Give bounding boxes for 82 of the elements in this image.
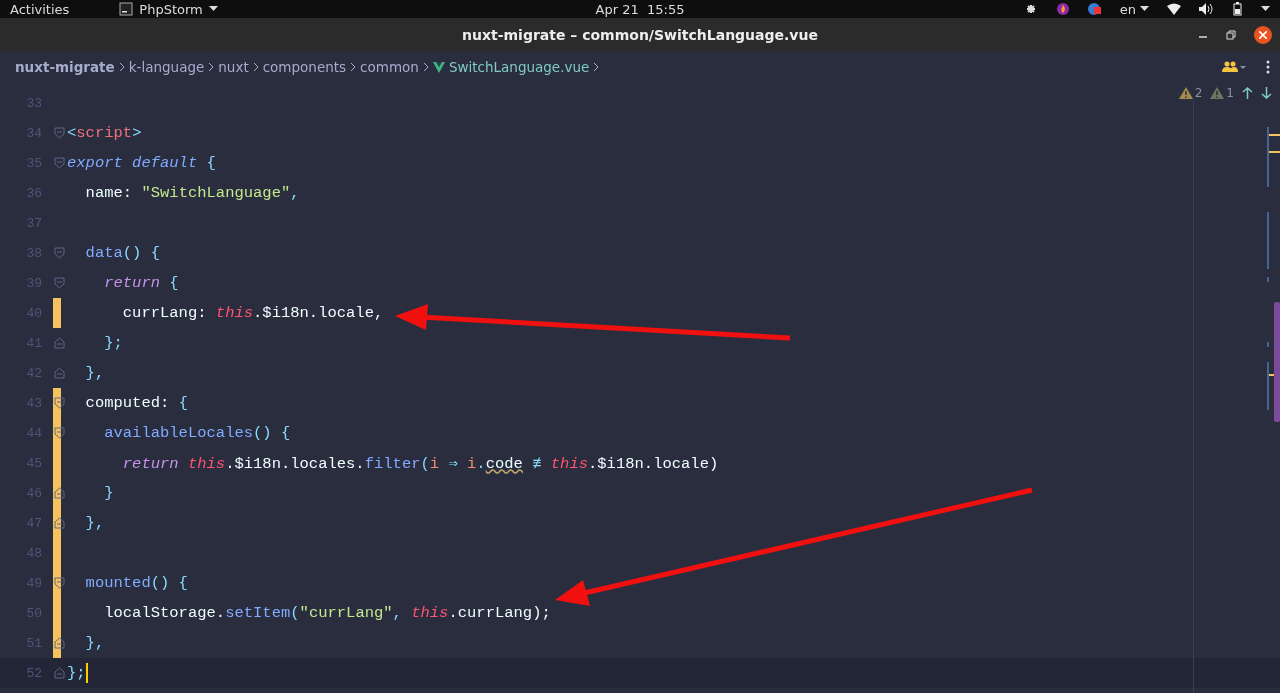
caret-icon [208, 6, 218, 12]
chevron-icon [422, 62, 429, 72]
breadcrumb-item[interactable]: k-language [128, 59, 205, 75]
line-number: 50 [25, 605, 43, 621]
change-marker [53, 298, 61, 328]
line-number: 42 [25, 365, 43, 381]
code-line: mounted() { [84, 574, 188, 592]
fold-icon[interactable] [54, 427, 65, 439]
line-number: 44 [25, 425, 43, 441]
clock[interactable]: Apr 21 15:55 [595, 1, 685, 17]
battery-icon[interactable] [1231, 2, 1243, 16]
code-line: <script> [66, 124, 142, 142]
warning-icon [1178, 87, 1193, 99]
chevron-icon [118, 62, 125, 72]
breadcrumb-item[interactable]: SwitchLanguage.vue [432, 59, 590, 75]
window-title: nuxt-migrate – common/SwitchLanguage.vue [462, 27, 818, 43]
code-line: computed: { [84, 394, 188, 412]
line-number: 47 [25, 515, 43, 531]
caret-icon[interactable] [1261, 6, 1270, 12]
arrow-up-icon[interactable] [1242, 87, 1253, 99]
volume-icon[interactable] [1199, 3, 1213, 15]
close-icon [1259, 31, 1267, 39]
code-line: }, [84, 364, 105, 382]
activities-button[interactable]: Activities [10, 1, 70, 17]
breadcrumb-item[interactable]: nuxt-migrate [15, 59, 115, 75]
vue-file-icon [432, 61, 445, 73]
wifi-icon[interactable] [1167, 3, 1181, 15]
code-line: }, [84, 634, 105, 652]
chevron-icon [252, 62, 259, 72]
code-line: }, [84, 514, 105, 532]
line-number: 35 [25, 155, 43, 171]
app-icon [119, 2, 134, 16]
line-number: 46 [25, 485, 43, 501]
close-button[interactable] [1254, 26, 1272, 44]
warning-counter[interactable]: 1 [1210, 86, 1234, 100]
more-icon[interactable] [1266, 60, 1270, 74]
code-line: }; [66, 664, 86, 682]
line-number: 34 [25, 125, 43, 141]
line-number: 39 [25, 275, 43, 291]
line-number: 51 [25, 635, 43, 651]
warning-icon [1210, 87, 1225, 99]
line-number: 41 [25, 335, 43, 351]
line-number: 48 [25, 545, 43, 561]
app-menu[interactable]: PhpStorm [119, 1, 218, 17]
code-line: currLang: this.$i18n.locale, [121, 304, 384, 322]
line-number: 37 [25, 215, 43, 231]
chevron-icon [593, 62, 600, 72]
line-number: 52 [25, 665, 43, 681]
text-cursor [85, 663, 88, 683]
code-line: name: "SwitchLanguage", [84, 184, 300, 202]
line-number: 43 [25, 395, 43, 411]
arrow-down-icon[interactable] [1261, 87, 1272, 99]
line-number: 38 [25, 245, 43, 261]
code-line: return this.$i18n.locales.filter(i ⇒ i.code ≢ this.$i18n.locale) [121, 453, 719, 473]
code-line: }; [103, 334, 123, 352]
tray-icon[interactable] [1055, 2, 1070, 16]
breadcrumb-item[interactable]: common [360, 59, 419, 75]
code-line: export default { [66, 154, 216, 172]
code-line: localStorage.setItem("currLang", this.currLang); [103, 604, 551, 622]
restore-icon[interactable] [1226, 30, 1236, 40]
breadcrumb-item[interactable]: components [262, 59, 347, 75]
warning-counter[interactable]: 2 [1178, 86, 1203, 100]
people-icon[interactable] [1222, 61, 1246, 73]
code-line: return { [103, 274, 179, 292]
line-number: 45 [25, 455, 43, 471]
chevron-icon [350, 62, 357, 72]
code-line: data() { [84, 244, 161, 262]
chevron-icon [208, 62, 215, 72]
fold-icon[interactable] [54, 577, 65, 589]
keyboard-layout-menu[interactable]: en [1119, 1, 1149, 17]
caret-icon [1140, 6, 1149, 12]
fold-icon[interactable] [54, 637, 65, 649]
fold-icon[interactable] [54, 517, 65, 529]
line-number: 49 [25, 575, 43, 591]
line-number: 36 [25, 185, 43, 201]
code-line: } [103, 484, 114, 502]
fold-icon[interactable] [54, 397, 65, 409]
line-number: 40 [25, 305, 43, 321]
fold-icon[interactable] [54, 487, 65, 499]
breadcrumb-item[interactable]: nuxt [218, 59, 249, 75]
code-line: availableLocales() { [103, 424, 291, 442]
line-number: 33 [25, 95, 43, 111]
